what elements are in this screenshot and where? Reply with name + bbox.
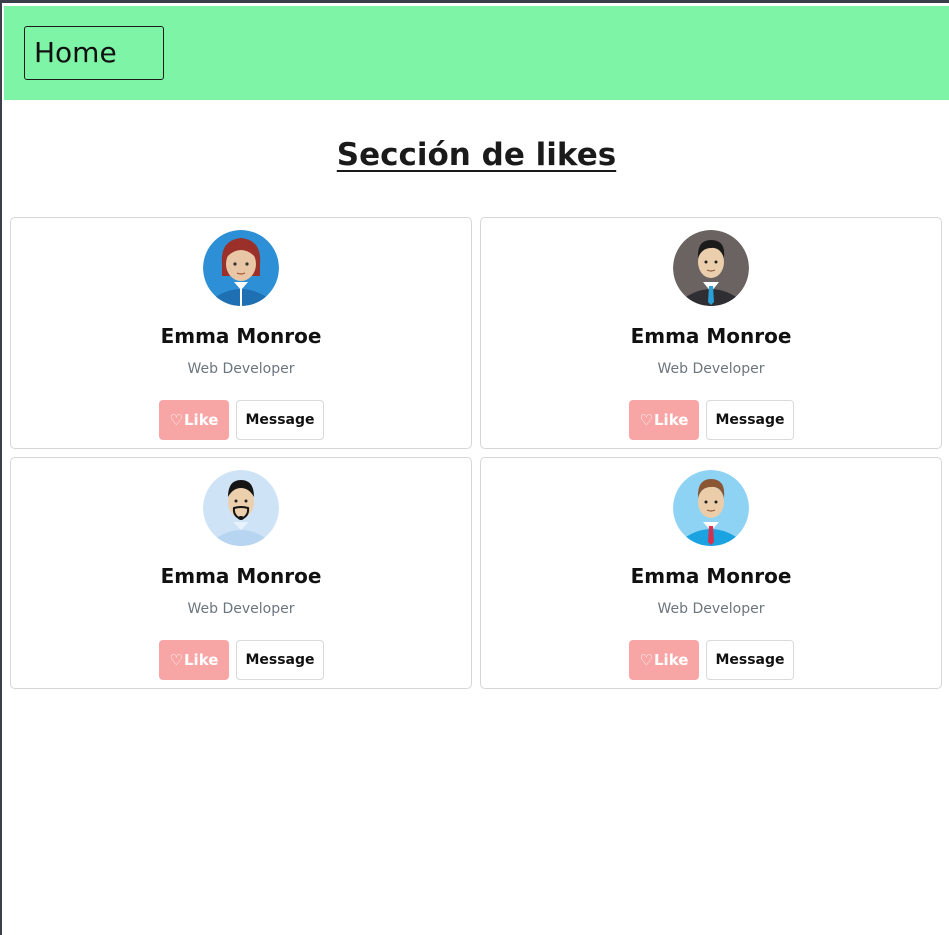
heart-icon: ♡ — [639, 411, 653, 429]
man-black-suit-avatar — [673, 230, 749, 306]
home-button[interactable]: Home — [24, 26, 164, 80]
card-name: Emma Monroe — [160, 564, 322, 588]
card-role: Web Developer — [187, 361, 295, 377]
like-label: Like — [654, 651, 689, 669]
message-button[interactable]: Message — [236, 640, 324, 680]
like-label: Like — [184, 651, 219, 669]
like-label: Like — [184, 411, 219, 429]
like-button[interactable]: ♡ Like — [629, 400, 699, 440]
like-button[interactable]: ♡ Like — [629, 640, 699, 680]
app-window: Home Sección de likes Emma Monroe Web De… — [0, 0, 949, 935]
card-name: Emma Monroe — [630, 324, 792, 348]
card-role: Web Developer — [657, 361, 765, 377]
message-button[interactable]: Message — [236, 400, 324, 440]
profile-card: Emma Monroe Web Developer ♡ Like Message — [10, 457, 472, 689]
man-red-tie-avatar — [673, 470, 749, 546]
card-name: Emma Monroe — [630, 564, 792, 588]
heart-icon: ♡ — [169, 651, 183, 669]
profile-card: Emma Monroe Web Developer ♡ Like Message — [480, 217, 942, 449]
heart-icon: ♡ — [639, 651, 653, 669]
woman-red-hair-avatar — [203, 230, 279, 306]
message-button[interactable]: Message — [706, 640, 794, 680]
profile-card: Emma Monroe Web Developer ♡ Like Message — [480, 457, 942, 689]
card-role: Web Developer — [657, 601, 765, 617]
card-name: Emma Monroe — [160, 324, 322, 348]
page-title: Sección de likes — [336, 137, 617, 173]
profile-card: Emma Monroe Web Developer ♡ Like Message — [10, 217, 472, 449]
like-button[interactable]: ♡ Like — [159, 400, 229, 440]
man-goatee-avatar — [203, 470, 279, 546]
heart-icon: ♡ — [169, 411, 183, 429]
top-navbar: Home — [4, 6, 949, 100]
card-role: Web Developer — [187, 601, 295, 617]
like-button[interactable]: ♡ Like — [159, 640, 229, 680]
message-button[interactable]: Message — [706, 400, 794, 440]
like-label: Like — [654, 411, 689, 429]
